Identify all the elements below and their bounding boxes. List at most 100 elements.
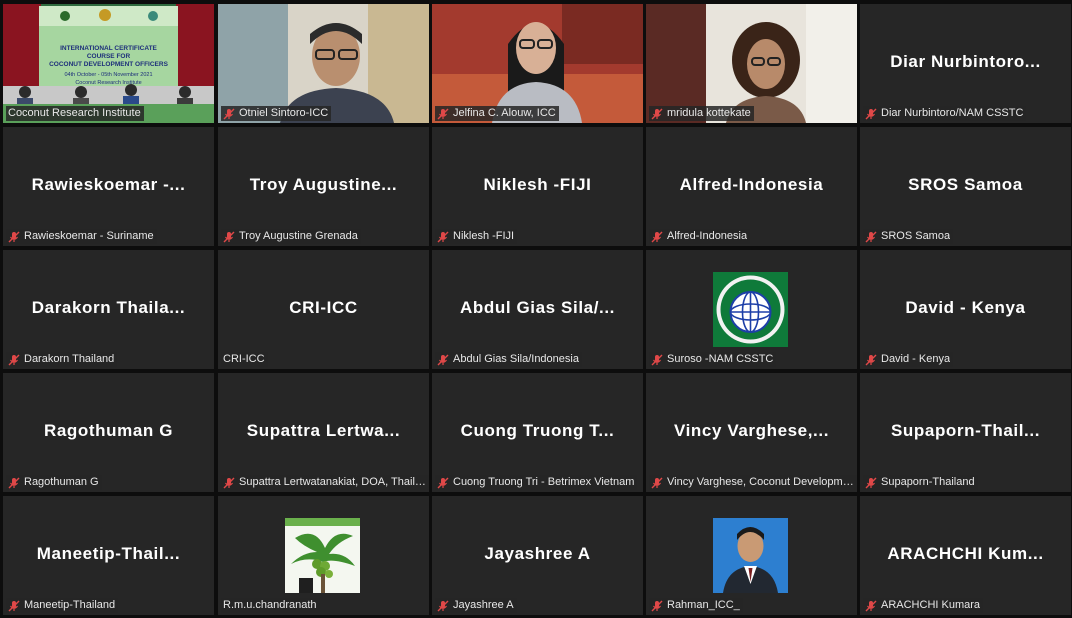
participant-name: Troy Augustine Grenada xyxy=(239,230,358,242)
participant-name: Vincy Varghese, Coconut Development Boar… xyxy=(667,476,854,488)
microphone-muted-icon xyxy=(865,108,877,119)
participant-display-name: Troy Augustine... xyxy=(249,175,398,194)
banner-title-2: COURSE FOR xyxy=(87,53,131,60)
participant-display-name: SROS Samoa xyxy=(908,175,1023,194)
microphone-muted-icon xyxy=(437,600,449,611)
participant-name: Supattra Lertwatanakiat, DOA, Thailand xyxy=(239,476,426,488)
participant-display-name: Abdul Gias Sila/... xyxy=(460,298,615,317)
participant-name: Diar Nurbintoro/NAM CSSTC xyxy=(881,107,1024,119)
participant-label: Rawieskoemar - Suriname xyxy=(6,229,157,244)
participant-label: Cuong Truong Tri - Betrimex Vietnam xyxy=(435,475,638,490)
coconut-photo-icon xyxy=(285,518,360,593)
participant-name: Abdul Gias Sila/Indonesia xyxy=(453,353,579,365)
participant-label: Otniel Sintoro-ICC xyxy=(221,106,332,121)
participant-tile[interactable]: Vincy Varghese,... Vincy Varghese, Cocon… xyxy=(646,373,857,492)
participant-label: Niklesh -FIJI xyxy=(435,229,518,244)
microphone-muted-icon xyxy=(437,231,449,242)
participant-label: Jayashree A xyxy=(435,598,517,613)
microphone-muted-icon xyxy=(223,477,235,488)
participant-display-name: Diar Nurbintoro... xyxy=(890,52,1041,71)
microphone-muted-icon xyxy=(437,108,449,119)
participant-name: mridula kottekate xyxy=(667,107,751,119)
microphone-muted-icon xyxy=(8,354,20,365)
participant-tile[interactable]: Cuong Truong T... Cuong Truong Tri - Bet… xyxy=(432,373,643,492)
participant-tile[interactable]: Abdul Gias Sila/... Abdul Gias Sila/Indo… xyxy=(432,250,643,369)
participant-label: Supattra Lertwatanakiat, DOA, Thailand xyxy=(221,475,429,490)
participant-name: CRI-ICC xyxy=(223,353,265,365)
participant-tile[interactable]: David - Kenya David - Kenya xyxy=(860,250,1071,369)
participant-display-name: Niklesh -FIJI xyxy=(483,175,592,194)
participant-name: Rawieskoemar - Suriname xyxy=(24,230,154,242)
participant-display-name: Supaporn-Thail... xyxy=(890,421,1041,440)
microphone-muted-icon xyxy=(651,477,663,488)
microphone-muted-icon xyxy=(865,600,877,611)
microphone-muted-icon xyxy=(865,354,877,365)
participant-tile[interactable]: Diar Nurbintoro... Diar Nurbintoro/NAM C… xyxy=(860,4,1071,123)
participant-label: Abdul Gias Sila/Indonesia xyxy=(435,352,582,367)
participant-tile[interactable]: Maneetip-Thail... Maneetip-Thailand xyxy=(3,496,214,615)
participant-tile[interactable]: Darakorn Thaila... Darakorn Thailand xyxy=(3,250,214,369)
participant-display-name: Darakorn Thaila... xyxy=(31,298,186,317)
participant-name: Darakorn Thailand xyxy=(24,353,115,365)
portrait-photo-icon xyxy=(713,518,788,593)
participant-tile[interactable]: mridula kottekate xyxy=(646,4,857,123)
participant-label: Supaporn-Thailand xyxy=(863,475,978,490)
microphone-muted-icon xyxy=(437,477,449,488)
microphone-muted-icon xyxy=(8,477,20,488)
participant-tile[interactable]: Jayashree A Jayashree A xyxy=(432,496,643,615)
participant-tile[interactable]: Suroso -NAM CSSTC xyxy=(646,250,857,369)
participant-name: Niklesh -FIJI xyxy=(453,230,515,242)
participant-label: Ragothuman G xyxy=(6,475,102,490)
participant-label: Jelfina C. Alouw, ICC xyxy=(435,106,559,121)
participant-label: Coconut Research Institute xyxy=(6,106,144,121)
participant-display-name: Vincy Varghese,... xyxy=(673,421,830,440)
participant-display-name: Cuong Truong T... xyxy=(460,421,615,440)
participant-tile[interactable]: Ragothuman G Ragothuman G xyxy=(3,373,214,492)
participant-name: Alfred-Indonesia xyxy=(667,230,748,242)
participant-name: ARACHCHI Kumara xyxy=(881,599,981,611)
participant-display-name: Supattra Lertwa... xyxy=(246,421,401,440)
participant-label: Vincy Varghese, Coconut Development Boar… xyxy=(649,475,857,490)
participant-label: CRI-ICC xyxy=(221,352,268,367)
participant-name: Cuong Truong Tri - Betrimex Vietnam xyxy=(453,476,635,488)
participant-tile[interactable]: R.m.u.chandranath xyxy=(218,496,429,615)
participant-tile[interactable]: INTERNATIONAL CERTIFICATE COURSE FOR COC… xyxy=(3,4,214,123)
participant-name: Otniel Sintoro-ICC xyxy=(239,107,329,119)
participant-tile[interactable]: Rahman_ICC_ xyxy=(646,496,857,615)
participant-label: Alfred-Indonesia xyxy=(649,229,751,244)
participant-label: mridula kottekate xyxy=(649,106,754,121)
participant-label: Darakorn Thailand xyxy=(6,352,118,367)
participant-display-name: Jayashree A xyxy=(484,544,591,563)
participant-display-name: Rawieskoemar -... xyxy=(31,175,186,194)
participant-tile[interactable]: Rawieskoemar -... Rawieskoemar - Surinam… xyxy=(3,127,214,246)
participant-display-name: David - Kenya xyxy=(905,298,1026,317)
participant-display-name: Ragothuman G xyxy=(43,421,174,440)
participant-label: SROS Samoa xyxy=(863,229,954,244)
microphone-muted-icon xyxy=(651,108,663,119)
participant-tile[interactable]: Niklesh -FIJI Niklesh -FIJI xyxy=(432,127,643,246)
nam-logo-icon xyxy=(713,272,788,347)
participant-tile[interactable]: Jelfina C. Alouw, ICC xyxy=(432,4,643,123)
participant-tile[interactable]: SROS Samoa SROS Samoa xyxy=(860,127,1071,246)
microphone-muted-icon xyxy=(651,600,663,611)
participant-display-name: CRI-ICC xyxy=(289,298,358,317)
participant-tile[interactable]: Supattra Lertwa... Supattra Lertwatanaki… xyxy=(218,373,429,492)
participant-name: Supaporn-Thailand xyxy=(881,476,975,488)
participant-tile[interactable]: Otniel Sintoro-ICC xyxy=(218,4,429,123)
participant-tile[interactable]: CRI-ICC CRI-ICC xyxy=(218,250,429,369)
participant-tile[interactable]: ARACHCHI Kum... ARACHCHI Kumara xyxy=(860,496,1071,615)
participant-label: Troy Augustine Grenada xyxy=(221,229,361,244)
participant-name: Rahman_ICC_ xyxy=(667,599,740,611)
participant-label: Maneetip-Thailand xyxy=(6,598,119,613)
microphone-muted-icon xyxy=(651,354,663,365)
participant-display-name: Alfred-Indonesia xyxy=(679,175,824,194)
participant-tile[interactable]: Troy Augustine... Troy Augustine Grenada xyxy=(218,127,429,246)
participant-name: Jelfina C. Alouw, ICC xyxy=(453,107,556,119)
participant-tile[interactable]: Supaporn-Thail... Supaporn-Thailand xyxy=(860,373,1071,492)
participant-label: Diar Nurbintoro/NAM CSSTC xyxy=(863,106,1027,121)
participant-tile[interactable]: Alfred-Indonesia Alfred-Indonesia xyxy=(646,127,857,246)
participant-label: ARACHCHI Kumara xyxy=(863,598,984,613)
microphone-muted-icon xyxy=(865,477,877,488)
banner-title-3: COCONUT DEVELOPMENT OFFICERS xyxy=(49,61,168,68)
participant-name: SROS Samoa xyxy=(881,230,951,242)
